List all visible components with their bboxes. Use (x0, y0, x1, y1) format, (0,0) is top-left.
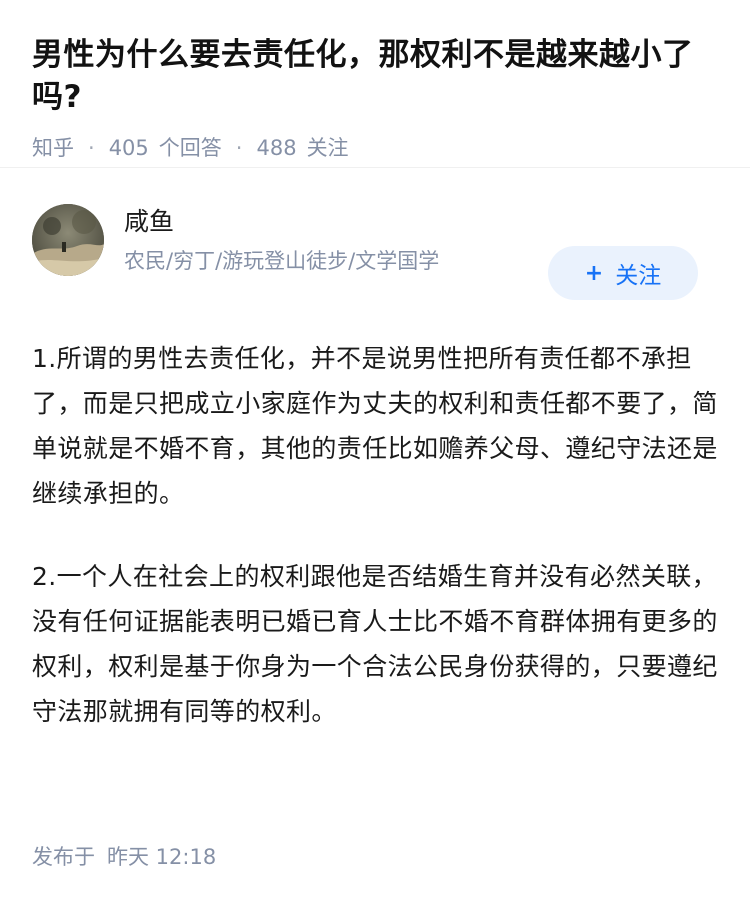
answer-content: 1.所谓的男性去责任化，并不是说男性把所有责任都不承担了，而是只把成立小家庭作为… (32, 336, 722, 772)
answer-count[interactable]: 405 (109, 134, 149, 162)
published-time: 昨天 12:18 (107, 845, 217, 869)
published-info: 发布于 昨天 12:18 (32, 842, 216, 872)
follow-button-label: 关注 (615, 263, 662, 289)
question-title[interactable]: 男性为什么要去责任化，那权利不是越来越小了吗? (32, 34, 718, 118)
answer-count-label[interactable]: 个回答 (159, 134, 222, 162)
author-name[interactable]: 咸鱼 (124, 206, 174, 238)
follower-count-label[interactable]: 关注 (307, 134, 349, 162)
answer-paragraph: 1.所谓的男性去责任化，并不是说男性把所有责任都不承担了，而是只把成立小家庭作为… (32, 344, 718, 508)
author-bio: 农民/穷丁/游玩登山徒步/文学国学 (124, 249, 440, 273)
answer-page: 男性为什么要去责任化，那权利不是越来越小了吗? 知乎 · 405 个回答 · 4… (0, 0, 750, 910)
avatar-photo-icon[interactable] (32, 204, 104, 276)
published-label: 发布于 (32, 845, 95, 869)
meta-separator: · (235, 136, 243, 160)
meta-separator: · (88, 136, 95, 160)
follow-button[interactable]: + 关注 (548, 246, 698, 300)
follower-count[interactable]: 488 (256, 134, 296, 162)
question-meta: 知乎 · 405 个回答 · 488 关注 (32, 134, 718, 162)
plus-icon: + (584, 260, 604, 286)
source-label[interactable]: 知乎 (32, 134, 74, 162)
answer-paragraph: 2.一个人在社会上的权利跟他是否结婚生育并没有必然关联，没有任何证据能表明已婚已… (32, 562, 718, 726)
question-header: 男性为什么要去责任化，那权利不是越来越小了吗? 知乎 · 405 个回答 · 4… (0, 0, 750, 168)
